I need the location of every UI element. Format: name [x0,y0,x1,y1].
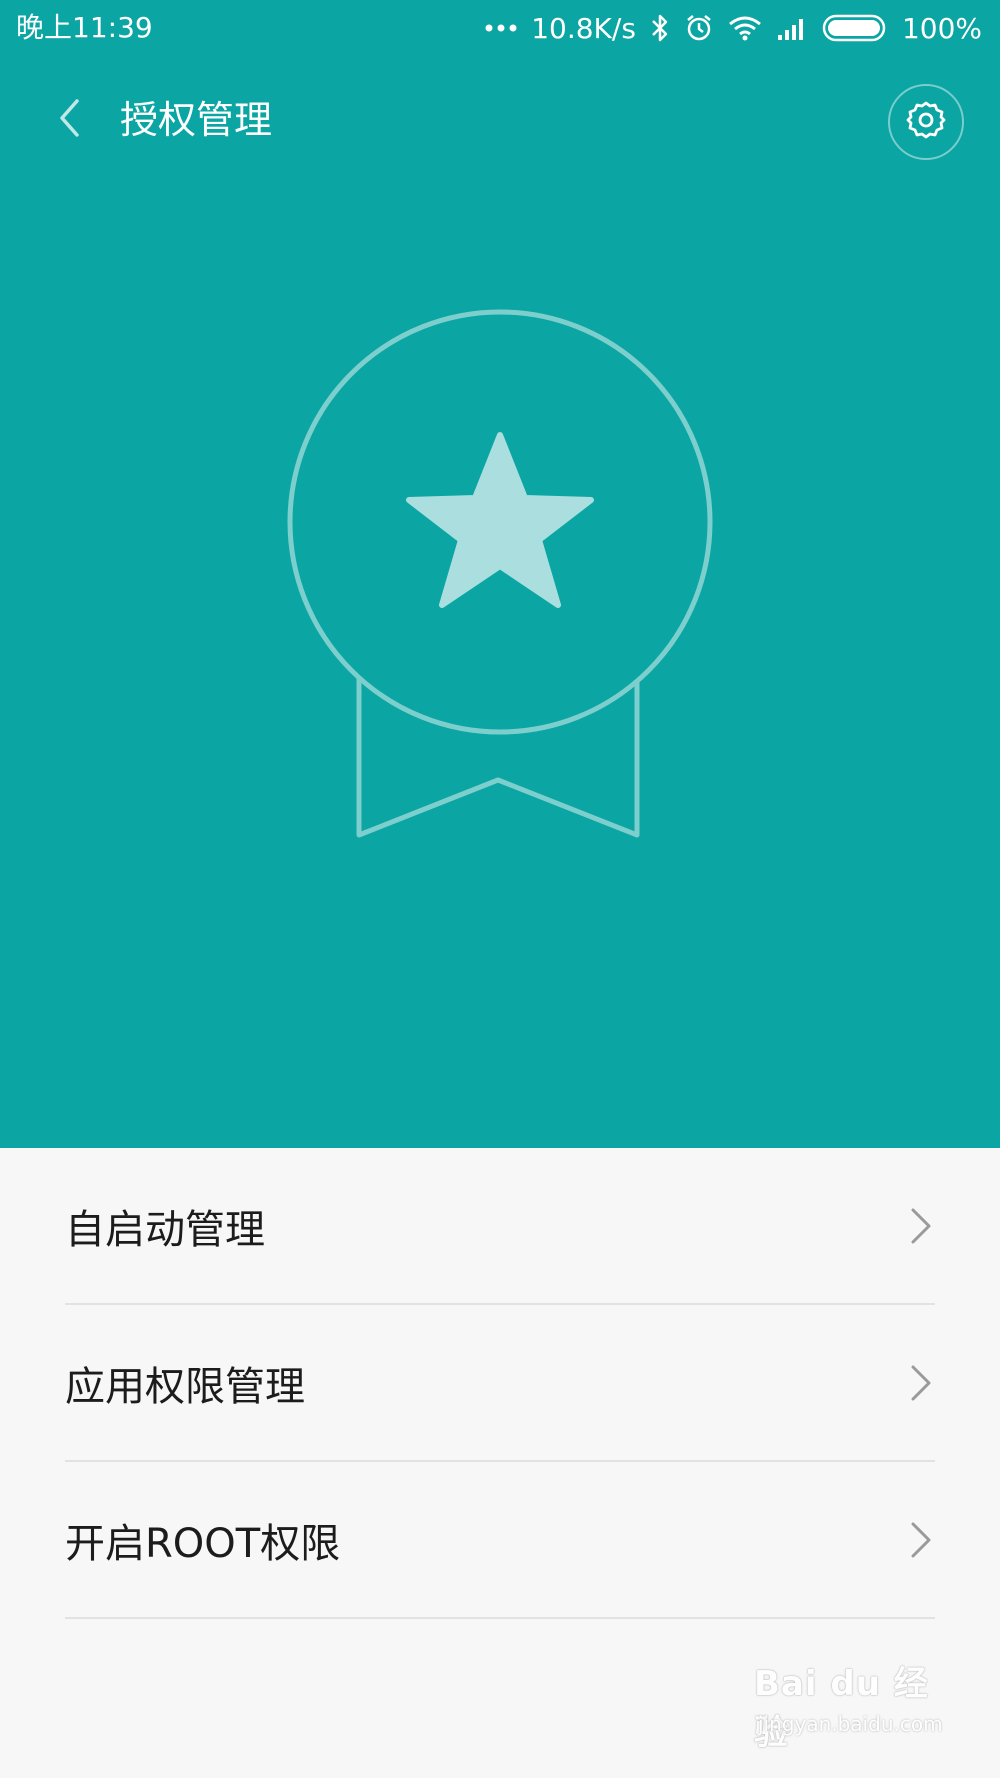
menu-item-root-permission[interactable]: 开启ROOT权限 [65,1462,935,1619]
network-speed: 10.8K/s [531,11,636,45]
alarm-icon [684,13,714,43]
settings-button[interactable] [888,84,964,160]
status-bar: 晚上11:39 10.8K/s 100% [0,0,1000,56]
watermark-brand: Bai du 经验 [754,1664,929,1753]
wifi-icon [728,15,762,41]
header-area: 晚上11:39 10.8K/s 100% 授权管理 [0,0,1000,1148]
signal-icon [776,15,808,41]
back-button[interactable] [44,92,94,148]
menu-item-auto-start[interactable]: 自启动管理 [65,1148,935,1305]
status-time: 晚上11:39 [16,11,153,44]
battery-percent: 100% [901,11,982,45]
status-icons: 10.8K/s 100% [485,8,982,48]
chevron-right-icon [905,1204,935,1248]
bluetooth-icon [650,13,670,43]
chevron-right-icon [905,1518,935,1562]
medal-star-icon [280,300,720,860]
menu-list: 自启动管理 应用权限管理 开启ROOT权限 [0,1148,1000,1619]
watermark-url: jingyan.baidu.com [758,1712,943,1736]
app-bar: 授权管理 [0,70,1000,170]
menu-item-label: 应用权限管理 [65,1363,305,1410]
menu-item-label: 自启动管理 [65,1206,265,1253]
chevron-left-icon [57,98,81,142]
baidu-jingyan-watermark: Bai du 经验 jingyan.baidu.com [754,1656,944,1753]
page-title: 授权管理 [120,98,273,142]
gear-icon [906,100,946,144]
more-dots-icon [485,22,517,34]
battery-icon [822,14,888,42]
menu-item-app-permissions[interactable]: 应用权限管理 [65,1305,935,1462]
chevron-right-icon [905,1361,935,1405]
menu-item-label: 开启ROOT权限 [65,1520,341,1567]
